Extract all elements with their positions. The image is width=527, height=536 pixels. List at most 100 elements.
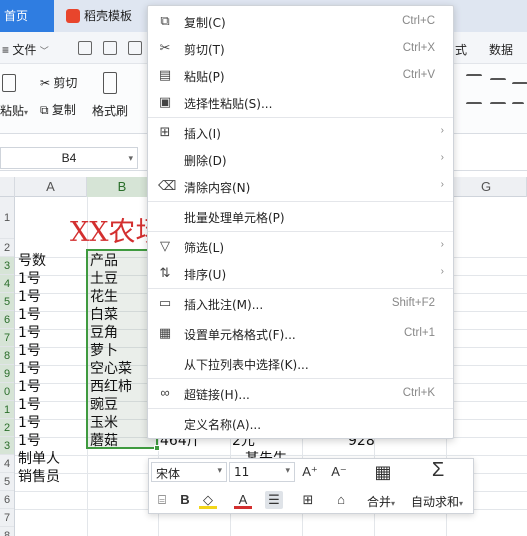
save-icon[interactable] bbox=[78, 41, 92, 55]
preview-icon[interactable] bbox=[128, 41, 142, 55]
context-menu: ⧉ 复制(C) Ctrl+C ✂ 剪切(T) Ctrl+X ▤ 粘贴(P) Ct… bbox=[147, 5, 454, 439]
file-menu[interactable]: ≡ 文件 ﹀ bbox=[2, 41, 49, 58]
row-header[interactable]: 9 bbox=[0, 365, 14, 383]
align-center-icon[interactable]: ☰ bbox=[265, 491, 283, 509]
column-header-a[interactable]: A bbox=[15, 177, 87, 197]
align-left-icon[interactable] bbox=[466, 102, 482, 110]
cell-a[interactable]: 1号 bbox=[18, 306, 41, 324]
row-header[interactable]: 6 bbox=[0, 491, 14, 509]
row-header[interactable]: 4 bbox=[0, 275, 14, 293]
cell-a[interactable]: 1号 bbox=[18, 342, 41, 360]
merge-button[interactable]: 合并▾ bbox=[367, 493, 395, 510]
row-header[interactable]: 0 bbox=[0, 383, 14, 401]
row-header[interactable]: 6 bbox=[0, 311, 14, 329]
tab-formulas-partial[interactable]: 式 bbox=[455, 41, 467, 58]
format-painter-icon[interactable] bbox=[103, 72, 117, 94]
cell-a-preparer[interactable]: 制单人 bbox=[18, 450, 60, 468]
menu-item-define-name[interactable]: 定义名称(A)... bbox=[148, 410, 453, 436]
align-center-icon[interactable] bbox=[490, 102, 506, 110]
cell-a-header[interactable]: 号数 bbox=[18, 252, 46, 270]
cell-a[interactable]: 1号 bbox=[18, 378, 41, 396]
font-color-icon[interactable]: A bbox=[234, 491, 252, 509]
cell-a[interactable]: 1号 bbox=[18, 288, 41, 306]
row-header[interactable]: 5 bbox=[0, 473, 14, 491]
row-header[interactable]: 1 bbox=[0, 401, 14, 419]
menu-item-clear[interactable]: ⌫ 清除内容(N) › bbox=[148, 173, 453, 199]
cell-b[interactable]: 蘑菇 bbox=[90, 432, 118, 450]
cell-b[interactable]: 空心菜 bbox=[90, 360, 132, 378]
row-header[interactable]: 3 bbox=[0, 437, 14, 455]
clear-format-icon[interactable]: ⌂ bbox=[332, 491, 350, 509]
autosum-button[interactable]: 自动求和▾ bbox=[411, 493, 463, 510]
menu-item-paste-special[interactable]: ▣ 选择性粘贴(S)... bbox=[148, 89, 453, 115]
print-icon[interactable] bbox=[103, 41, 117, 55]
align-top-icon[interactable] bbox=[466, 74, 482, 84]
row-header[interactable]: 3 bbox=[0, 257, 14, 275]
chevron-down-icon: ▾ bbox=[391, 499, 396, 508]
row-header[interactable]: 7 bbox=[0, 509, 14, 527]
row-header[interactable]: 2 bbox=[0, 419, 14, 437]
cell-b[interactable]: 土豆 bbox=[90, 270, 118, 288]
cell-b[interactable]: 西红柿 bbox=[90, 378, 132, 396]
row-header[interactable]: 5 bbox=[0, 293, 14, 311]
format-painter-button[interactable]: 格式刷 bbox=[92, 102, 128, 119]
name-box[interactable]: B4 ▾ bbox=[0, 147, 138, 169]
row-header[interactable]: 8 bbox=[0, 527, 14, 536]
bold-icon[interactable]: B bbox=[176, 491, 194, 509]
cell-a-salesperson[interactable]: 销售员 bbox=[18, 468, 60, 486]
menu-item-copy[interactable]: ⧉ 复制(C) Ctrl+C bbox=[148, 8, 453, 34]
cell-a[interactable]: 1号 bbox=[18, 432, 41, 450]
cell-b-header[interactable]: 产品 bbox=[90, 252, 118, 270]
cell-b[interactable]: 豆角 bbox=[90, 324, 118, 342]
paste-icon[interactable] bbox=[2, 74, 16, 92]
menu-item-insert-comment[interactable]: ▭ 插入批注(M)... Shift+F2 bbox=[148, 290, 453, 316]
copy-button[interactable]: ⧉ 复制 bbox=[40, 101, 76, 118]
cell-a[interactable]: 1号 bbox=[18, 414, 41, 432]
menu-item-hyperlink[interactable]: ∞ 超链接(H)... Ctrl+K bbox=[148, 380, 453, 406]
borders-icon[interactable]: ⊞ bbox=[299, 491, 317, 509]
menu-item-cut[interactable]: ✂ 剪切(T) Ctrl+X bbox=[148, 35, 453, 61]
scissors-icon: ✂ bbox=[40, 76, 54, 90]
cell-b[interactable]: 白菜 bbox=[90, 306, 118, 324]
cell-a[interactable]: 1号 bbox=[18, 270, 41, 288]
increase-font-size-icon[interactable]: A⁺ bbox=[301, 463, 319, 481]
row-header[interactable]: 4 bbox=[0, 455, 14, 473]
cell-a[interactable]: 1号 bbox=[18, 360, 41, 378]
decrease-font-size-icon[interactable]: A⁻ bbox=[330, 463, 348, 481]
cell-a[interactable]: 1号 bbox=[18, 324, 41, 342]
align-middle-icon[interactable] bbox=[490, 78, 506, 86]
font-name-select[interactable]: 宋体 ▾ bbox=[151, 462, 227, 482]
tab-home[interactable]: 首页 bbox=[0, 0, 54, 32]
cell-b[interactable]: 豌豆 bbox=[90, 396, 118, 414]
cell-b[interactable]: 萝卜 bbox=[90, 342, 118, 360]
menu-item-pick-from-list[interactable]: 从下拉列表中选择(K)... bbox=[148, 350, 453, 376]
row-header[interactable]: 1 bbox=[0, 197, 14, 239]
menu-item-batch-process[interactable]: 批量处理单元格(P) bbox=[148, 203, 453, 229]
font-size-select[interactable]: 11 ▾ bbox=[229, 462, 295, 482]
column-header-g[interactable]: G bbox=[446, 177, 527, 197]
scissors-icon: ✂ bbox=[159, 40, 171, 55]
menu-item-sort[interactable]: ⇅ 排序(U) › bbox=[148, 260, 453, 286]
align-right-icon[interactable] bbox=[512, 102, 524, 110]
align-bottom-icon[interactable] bbox=[512, 82, 527, 88]
menu-item-format-cells[interactable]: ▦ 设置单元格格式(F)... Ctrl+1 bbox=[148, 320, 453, 346]
column-header-corner[interactable] bbox=[0, 177, 15, 197]
merge-cells-icon[interactable]: ▦ bbox=[374, 463, 392, 481]
menu-item-insert[interactable]: ⊞ 插入(I) › bbox=[148, 119, 453, 145]
row-header[interactable]: 8 bbox=[0, 347, 14, 365]
menu-item-paste[interactable]: ▤ 粘贴(P) Ctrl+V bbox=[148, 62, 453, 88]
paste-button[interactable]: 粘贴▾ bbox=[0, 102, 28, 119]
cut-button[interactable]: ✂ 剪切 bbox=[40, 74, 77, 91]
format-painter-icon[interactable]: ⌸ bbox=[153, 491, 171, 509]
cell-b[interactable]: 花生 bbox=[90, 288, 118, 306]
menu-item-delete[interactable]: 删除(D) › bbox=[148, 146, 453, 172]
fill-color-icon[interactable]: ◇ bbox=[199, 491, 217, 509]
cell-b[interactable]: 玉米 bbox=[90, 414, 118, 432]
row-header[interactable]: 2 bbox=[0, 239, 14, 257]
cell-a[interactable]: 1号 bbox=[18, 396, 41, 414]
autosum-icon[interactable]: Σ bbox=[429, 460, 447, 480]
row-header[interactable]: 7 bbox=[0, 329, 14, 347]
menu-item-filter[interactable]: ▽ 筛选(L) › bbox=[148, 233, 453, 259]
tab-template[interactable]: 稻壳模板 bbox=[66, 0, 132, 32]
tab-data[interactable]: 数据 bbox=[489, 41, 513, 58]
